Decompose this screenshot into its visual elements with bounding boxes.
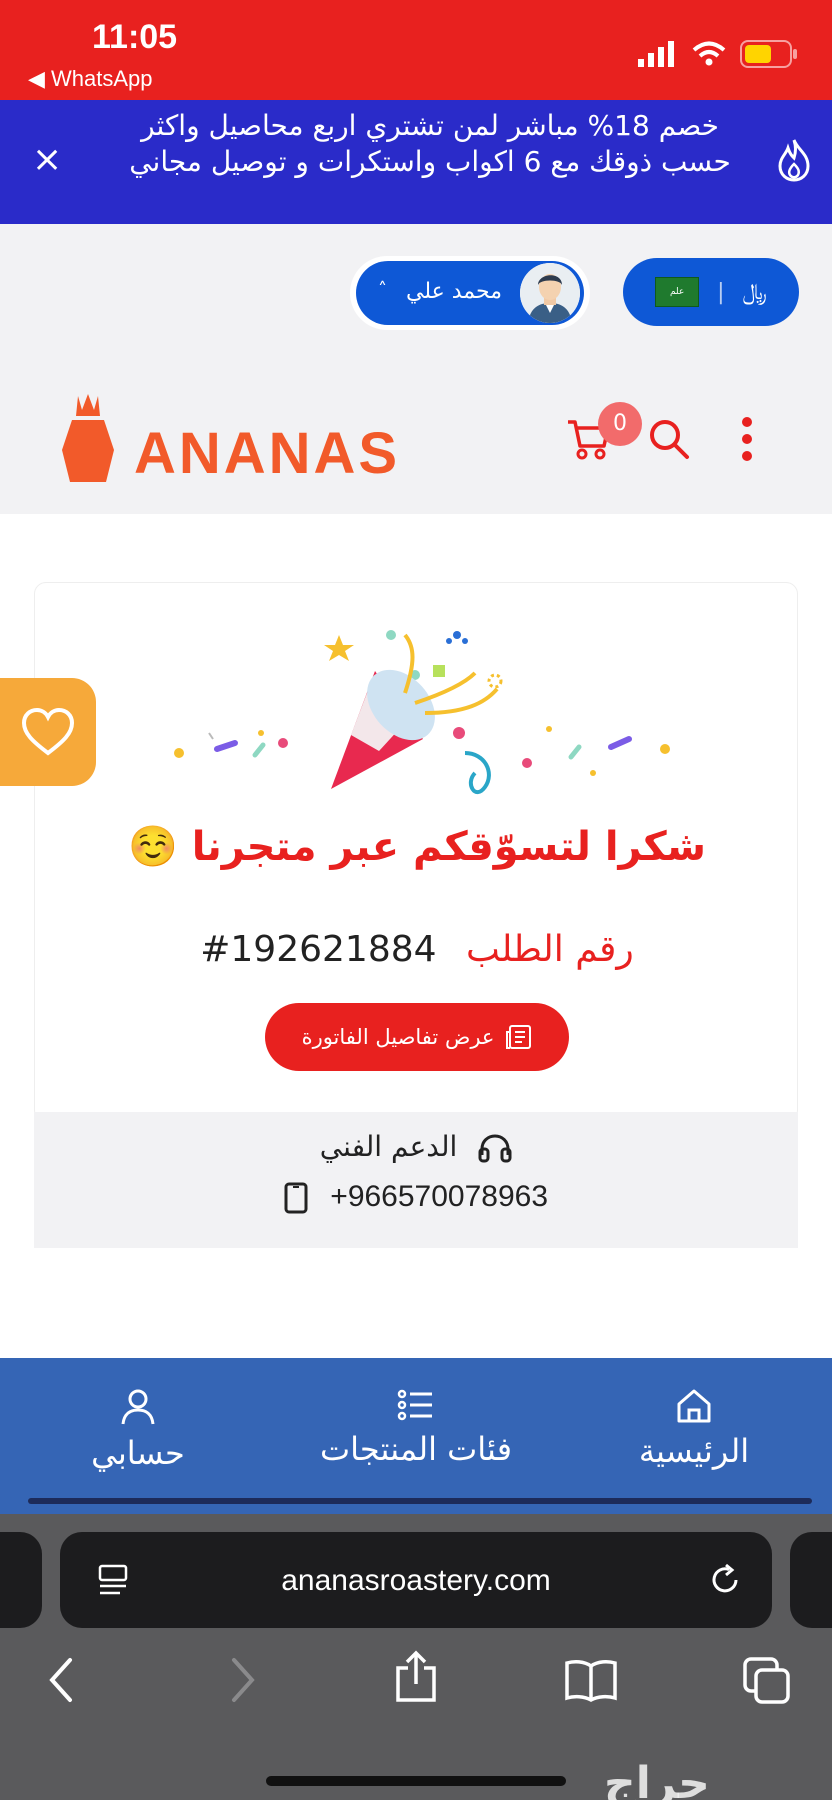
chevron-up-icon: ˄ <box>378 279 387 300</box>
search-icon[interactable] <box>648 418 690 460</box>
status-icons <box>638 40 798 68</box>
account-row: علم | ﷼ ˄ محمد علي <box>0 224 832 354</box>
nav-categories-label: فئات المنتجات <box>320 1430 512 1468</box>
order-number-label: رقم الطلب <box>466 929 634 970</box>
order-number-line: رقم الطلب #192621884 <box>35 929 799 970</box>
mobile-phone-icon <box>284 1182 308 1214</box>
cellular-signal-icon <box>638 41 674 67</box>
forward-arrow-icon[interactable] <box>228 1656 258 1704</box>
browser-toolbar: ananasroastery.com حراج <box>0 1514 832 1800</box>
url-text: ananasroastery.com <box>281 1564 551 1597</box>
user-menu-wrapper: ˄ محمد علي <box>350 256 590 330</box>
pineapple-logo-icon[interactable] <box>60 392 116 486</box>
support-title-row: الدعم الفني <box>34 1130 798 1163</box>
support-phone: +966570078963 <box>330 1180 549 1213</box>
headphones-icon <box>478 1134 512 1163</box>
fire-icon <box>778 139 810 182</box>
site-header: ANANAS 0 <box>0 354 832 514</box>
user-menu-button[interactable]: ˄ محمد علي <box>356 261 584 325</box>
promo-text: خصم 18% مباشر لمن تشتري اربع محاصيل واكث… <box>129 109 731 178</box>
saudi-flag-icon: علم <box>655 277 700 307</box>
currency-symbol: ﷼ <box>742 279 767 305</box>
party-popper-icon <box>174 630 670 795</box>
view-invoice-label: عرض تفاصيل الفاتورة <box>301 1025 495 1049</box>
brand-logo-text[interactable]: ANANAS <box>134 420 400 487</box>
back-to-whatsapp-link[interactable]: ◀ WhatsApp <box>28 66 153 92</box>
close-icon[interactable]: × <box>32 140 62 180</box>
user-icon <box>121 1389 155 1425</box>
list-icon <box>397 1389 432 1421</box>
support-section: الدعم الفني +966570078963 <box>34 1112 798 1248</box>
home-icon <box>677 1389 711 1423</box>
bottom-navigation: حسابي فئات المنتجات الرئيسية <box>0 1358 832 1514</box>
battery-icon <box>740 40 797 68</box>
nav-account[interactable]: حسابي <box>18 1388 258 1472</box>
user-name: محمد علي <box>406 279 502 304</box>
nav-account-label: حسابي <box>91 1434 185 1472</box>
bookmarks-icon[interactable] <box>564 1658 618 1702</box>
heart-icon <box>21 707 75 756</box>
reload-icon[interactable] <box>708 1563 742 1597</box>
back-arrow-icon[interactable] <box>46 1656 76 1704</box>
promo-banner: × خصم 18% مباشر لمن تشتري اربع محاصيل وا… <box>0 100 832 224</box>
previous-tab-edge[interactable] <box>0 1532 42 1628</box>
nav-home-label: الرئيسية <box>638 1432 750 1470</box>
divider: | <box>717 279 725 305</box>
thank-you-heading: شكرا لتسوّقكم عبر متجرنا ☺️ <box>127 824 707 870</box>
invoice-icon <box>506 1025 532 1049</box>
status-time: 11:05 <box>92 18 178 56</box>
support-title: الدعم الفني <box>319 1130 458 1163</box>
cart-count-badge: 0 <box>598 402 642 446</box>
wifi-icon <box>692 41 726 66</box>
tabs-icon[interactable] <box>742 1656 792 1706</box>
nav-indicator <box>28 1498 812 1504</box>
watermark-text: حراج <box>604 1758 710 1800</box>
view-invoice-button[interactable]: عرض تفاصيل الفاتورة <box>265 1003 569 1071</box>
wishlist-button[interactable] <box>0 678 96 786</box>
order-number-value: #192621884 <box>200 929 437 970</box>
home-indicator[interactable] <box>266 1776 566 1786</box>
share-icon[interactable] <box>394 1650 438 1704</box>
country-currency-selector[interactable]: علم | ﷼ <box>623 258 799 326</box>
support-phone-row[interactable]: +966570078963 <box>34 1180 798 1214</box>
avatar <box>520 263 580 323</box>
order-confirmation-card: شكرا لتسوّقكم عبر متجرنا ☺️ رقم الطلب #1… <box>34 582 798 1122</box>
status-bar: 11:05 ◀ WhatsApp <box>0 0 832 100</box>
nav-categories[interactable]: فئات المنتجات <box>296 1388 536 1468</box>
next-tab-edge[interactable] <box>790 1532 832 1628</box>
more-menu-icon[interactable] <box>740 416 754 462</box>
nav-home[interactable]: الرئيسية <box>574 1388 814 1470</box>
address-bar[interactable]: ananasroastery.com <box>60 1532 772 1628</box>
